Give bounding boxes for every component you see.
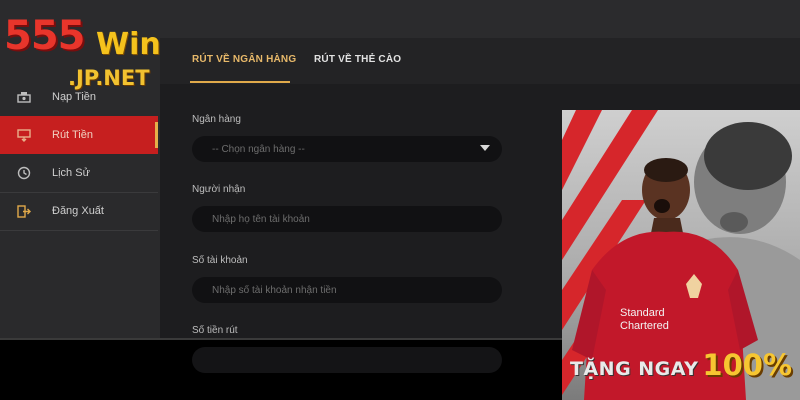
withdraw-page: 555 Win .JP.NET Nạp Tiền Rút Tiền Lịch S… <box>0 0 800 400</box>
recipient-input[interactable]: Nhập họ tên tài khoản <box>192 206 502 232</box>
promo-text: TẶNG NGAY 100% <box>570 348 792 382</box>
account-number-label: Số tài khoản <box>192 255 248 266</box>
logout-icon <box>16 203 32 219</box>
account-number-input[interactable]: Nhập số tài khoản nhận tiền <box>192 277 502 303</box>
bank-select[interactable]: -- Chọn ngân hàng -- <box>192 136 502 162</box>
logo-domain: .JP.NET <box>68 66 150 90</box>
recipient-placeholder: Nhập họ tên tài khoản <box>212 213 310 225</box>
divider <box>0 230 158 231</box>
sidebar-item-label: Lịch Sử <box>52 167 90 179</box>
promo-banner[interactable]: Standard Chartered TẶNG NGAY 100% <box>562 110 800 400</box>
tab-card-withdraw[interactable]: RÚT VỀ THẺ CÀO <box>314 54 401 65</box>
bank-select-value: -- Chọn ngân hàng -- <box>212 143 305 155</box>
withdraw-form: Ngân hàng -- Chọn ngân hàng -- Người nhậ… <box>160 84 560 340</box>
sidebar-item-logout[interactable]: Đăng Xuất <box>0 192 158 230</box>
amount-label: Số tiền rút <box>192 325 238 336</box>
chevron-down-icon <box>480 145 490 151</box>
history-icon <box>16 165 32 181</box>
tab-bank-withdraw[interactable]: RÚT VỀ NGÂN HÀNG <box>192 54 296 65</box>
bank-label: Ngân hàng <box>192 114 241 125</box>
sidebar-item-label: Rút Tiền <box>52 129 93 141</box>
sidebar-item-label: Đăng Xuất <box>52 205 104 217</box>
sidebar-item-history[interactable]: Lịch Sử <box>0 154 158 192</box>
logo-word: Win <box>96 27 161 62</box>
logo-number: 555 <box>4 13 85 59</box>
withdraw-icon <box>16 127 32 143</box>
svg-text:Chartered: Chartered <box>620 320 669 332</box>
recipient-label: Người nhận <box>192 184 246 195</box>
svg-text:Standard: Standard <box>620 307 665 319</box>
sidebar-item-withdraw[interactable]: Rút Tiền <box>0 116 158 154</box>
brand-logo[interactable]: 555 Win .JP.NET <box>4 14 184 98</box>
account-number-placeholder: Nhập số tài khoản nhận tiền <box>212 284 337 296</box>
active-tab-indicator <box>190 81 290 83</box>
promo-text-percent: 100% <box>702 348 793 382</box>
amount-input[interactable] <box>192 347 502 373</box>
tab-bar: RÚT VỀ NGÂN HÀNG RÚT VỀ THẺ CÀO <box>160 38 800 84</box>
promo-text-prefix: TẶNG NGAY <box>570 358 699 380</box>
